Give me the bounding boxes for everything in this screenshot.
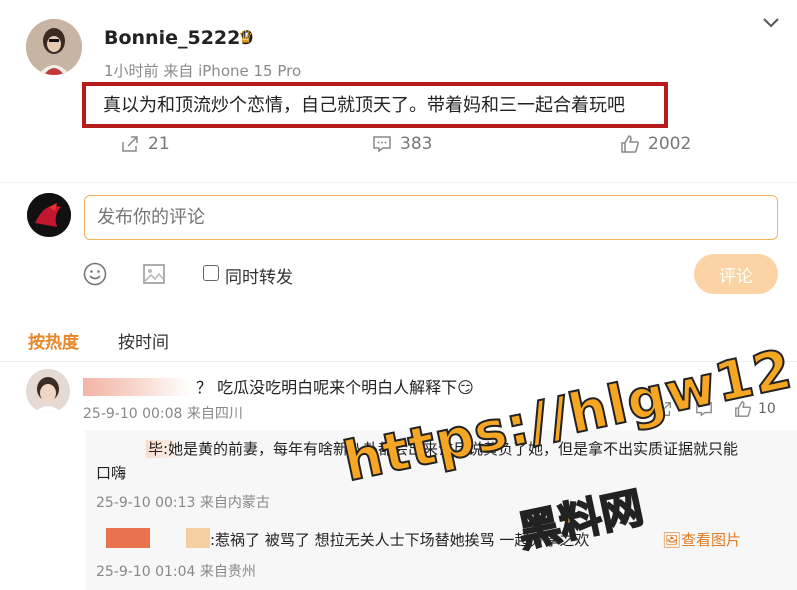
post-content: 真以为和顶流炒个恋情，自己就顶天了。带着妈和三一起合着玩吧: [103, 95, 625, 116]
divider: [0, 182, 797, 183]
emoji-button[interactable]: [82, 261, 108, 291]
author-avatar[interactable]: [26, 19, 82, 75]
post-time: 1小时前: [104, 62, 159, 80]
forward-checkbox[interactable]: [203, 265, 219, 281]
forward-count: 21: [148, 134, 170, 154]
forward-button[interactable]: 21: [120, 134, 170, 154]
thumbs-up-icon: [621, 135, 639, 153]
reply-meta: 25-9-10 01:04 来自贵州: [96, 564, 256, 580]
image-icon: [143, 264, 165, 284]
emoji-icon: [83, 262, 107, 286]
comment-button[interactable]: 383: [372, 134, 432, 154]
tab-sort-hot[interactable]: 按热度: [28, 328, 79, 353]
like-button[interactable]: 2002: [620, 134, 691, 154]
blurred-username: [83, 378, 191, 396]
view-image-link[interactable]: 🖼查看图片: [662, 529, 741, 550]
like-count: 2002: [648, 134, 692, 154]
author-username[interactable]: Bonnie_52229: [104, 27, 254, 49]
image-button[interactable]: [141, 261, 167, 291]
post-meta: 1小时前 来自 iPhone 15 Pro: [104, 60, 301, 81]
commenter-avatar[interactable]: [26, 369, 70, 413]
current-user-avatar[interactable]: [27, 193, 71, 237]
blurred-username: [186, 528, 210, 548]
vip-crown-icon: ♛: [238, 28, 254, 48]
blurred-username: [106, 528, 150, 548]
comment-meta: 25-9-10 00:08 来自四川: [83, 406, 243, 422]
reply-text-continued: 口嗨: [96, 464, 127, 482]
comment-text: ？ 吃瓜没吃明白呢来个明白人解释下😏: [196, 378, 474, 397]
tab-sort-time[interactable]: 按时间: [118, 328, 169, 353]
comment-input[interactable]: [84, 195, 778, 240]
submit-comment-button[interactable]: 评论: [694, 254, 778, 294]
image-icon: 🖼: [662, 531, 682, 549]
smirk-emoji-icon: 😏: [457, 378, 474, 397]
comment-icon: [373, 136, 391, 153]
reply-meta: 25-9-10 00:13 来自内蒙古: [96, 495, 270, 511]
comment-count: 383: [400, 134, 433, 154]
share-icon: [122, 136, 138, 152]
forward-checkbox-label: 同时转发: [225, 268, 293, 288]
chevron-down-icon[interactable]: [756, 8, 786, 38]
post-source: 来自 iPhone 15 Pro: [163, 62, 302, 80]
